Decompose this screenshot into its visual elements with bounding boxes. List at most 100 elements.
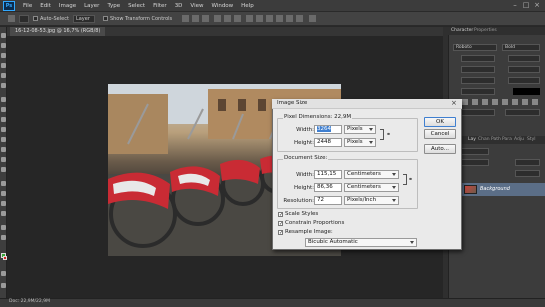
move-tool-icon[interactable]: [1, 33, 6, 38]
fill-field[interactable]: [515, 170, 540, 177]
distribute-top-icon[interactable]: [246, 15, 254, 22]
distribute-left-icon[interactable]: [276, 15, 284, 22]
auto-select-target-dropdown[interactable]: Layer: [72, 14, 95, 23]
hand-tool-icon[interactable]: [1, 225, 6, 230]
type-tool-icon[interactable]: [1, 191, 6, 196]
text-style-buttons[interactable]: [452, 99, 540, 105]
document-tab[interactable]: 16-12-08-53.jpg @ 16,7% (RGB/8): [10, 27, 106, 36]
status-bar: [0, 298, 545, 307]
crop-tool-icon[interactable]: [1, 73, 6, 78]
clone-stamp-tool-icon[interactable]: [1, 117, 6, 122]
eraser-tool-icon[interactable]: [1, 137, 6, 142]
tab-paragraph[interactable]: Para: [502, 137, 512, 142]
close-window-icon[interactable]: ×: [532, 1, 542, 10]
anti-alias-dropdown[interactable]: [505, 109, 540, 116]
auto-select-checkbox[interactable]: [33, 16, 38, 21]
doc-height-input[interactable]: 86,36: [314, 183, 342, 192]
resolution-input[interactable]: 72: [314, 196, 342, 205]
doc-width-unit-dropdown[interactable]: Centimeters: [344, 170, 399, 179]
close-icon[interactable]: ×: [451, 99, 457, 107]
menu-select[interactable]: Select: [124, 3, 149, 9]
eyedropper-tool-icon[interactable]: [1, 83, 6, 88]
font-style-dropdown[interactable]: Bold: [502, 44, 540, 51]
menu-window[interactable]: Window: [207, 3, 237, 9]
doc-link-bracket: [403, 174, 407, 185]
marquee-tool-icon[interactable]: [1, 43, 6, 48]
distribute-middle-icon[interactable]: [256, 15, 264, 22]
tab-layers[interactable]: Lay: [468, 137, 476, 142]
auto-button[interactable]: Auto...: [424, 144, 456, 154]
baseline-shift-field[interactable]: [461, 88, 495, 95]
tab-channels[interactable]: Chan: [478, 137, 490, 142]
zoom-tool-icon[interactable]: [1, 235, 6, 240]
history-brush-tool-icon[interactable]: [1, 127, 6, 132]
resolution-unit-dropdown[interactable]: Pixels/Inch: [344, 196, 399, 205]
dodge-tool-icon[interactable]: [1, 167, 6, 172]
lasso-tool-icon[interactable]: [1, 53, 6, 58]
doc-width-input[interactable]: 115,15: [314, 170, 342, 179]
tracking-field[interactable]: [508, 66, 540, 73]
menu-type[interactable]: Type: [103, 3, 124, 9]
ok-button[interactable]: OK: [424, 117, 456, 127]
scale-styles-checkbox[interactable]: ✓: [278, 212, 283, 218]
align-top-icon[interactable]: [182, 15, 190, 22]
tab-character[interactable]: Character: [451, 28, 473, 33]
gradient-tool-icon[interactable]: [1, 147, 6, 152]
distribute-bottom-icon[interactable]: [266, 15, 274, 22]
rectangle-tool-icon[interactable]: [1, 211, 6, 216]
auto-align-icon[interactable]: [309, 15, 317, 22]
align-bottom-icon[interactable]: [202, 15, 210, 22]
cancel-button[interactable]: Cancel: [424, 129, 456, 139]
move-tool-icon[interactable]: [8, 15, 15, 22]
align-middle-icon[interactable]: [192, 15, 200, 22]
brush-tool-icon[interactable]: [1, 107, 6, 112]
font-size-field[interactable]: [461, 55, 495, 62]
layer-filter-dropdown[interactable]: [461, 148, 489, 155]
maximize-icon[interactable]: □: [521, 1, 531, 10]
tab-paths[interactable]: Path: [491, 137, 501, 142]
menu-edit[interactable]: Edit: [36, 3, 55, 9]
pixel-width-input[interactable]: 3264: [314, 125, 342, 134]
font-family-dropdown[interactable]: Roboto: [453, 44, 497, 51]
resample-image-checkbox[interactable]: ✓: [278, 230, 283, 236]
menu-image[interactable]: Image: [55, 3, 80, 9]
pixel-height-unit-dropdown[interactable]: Pixels: [344, 138, 376, 147]
tool-preset-picker[interactable]: [19, 14, 29, 23]
doc-height-unit-dropdown[interactable]: Centimeters: [344, 183, 399, 192]
healing-brush-tool-icon[interactable]: [1, 97, 6, 102]
pixel-width-unit-dropdown[interactable]: Pixels: [344, 125, 376, 134]
screen-mode-icon[interactable]: [1, 283, 6, 288]
menu-file[interactable]: File: [19, 3, 36, 9]
menu-3d[interactable]: 3D: [171, 3, 187, 9]
menu-filter[interactable]: Filter: [149, 3, 171, 9]
horizontal-scale-field[interactable]: [508, 77, 540, 84]
blend-mode-dropdown[interactable]: [461, 159, 489, 166]
tab-adjustments[interactable]: Adju: [514, 137, 524, 142]
leading-field[interactable]: [508, 55, 540, 62]
opacity-field[interactable]: [515, 159, 540, 166]
menu-layer[interactable]: Layer: [80, 3, 103, 9]
path-selection-tool-icon[interactable]: [1, 201, 6, 206]
pen-tool-icon[interactable]: [1, 181, 6, 186]
align-center-icon[interactable]: [224, 15, 232, 22]
vertical-scale-field[interactable]: [461, 77, 495, 84]
resample-method-dropdown[interactable]: Bicubic Automatic: [305, 238, 417, 247]
quick-mask-icon[interactable]: [1, 271, 6, 276]
language-dropdown[interactable]: [461, 109, 495, 116]
menu-help[interactable]: Help: [237, 3, 258, 9]
menu-view[interactable]: View: [186, 3, 207, 9]
kerning-field[interactable]: [461, 66, 495, 73]
show-transform-checkbox[interactable]: [102, 16, 108, 21]
tab-properties[interactable]: Properties: [474, 28, 497, 33]
pixel-height-input[interactable]: 2448: [314, 138, 342, 147]
constrain-proportions-checkbox[interactable]: ✓: [278, 221, 283, 227]
quick-select-tool-icon[interactable]: [1, 63, 6, 68]
distribute-right-icon[interactable]: [296, 15, 304, 22]
distribute-center-icon[interactable]: [286, 15, 294, 22]
align-left-icon[interactable]: [214, 15, 222, 22]
blur-tool-icon[interactable]: [1, 157, 6, 162]
align-right-icon[interactable]: [234, 15, 242, 22]
tab-styles[interactable]: Styl: [527, 137, 536, 142]
minimize-icon[interactable]: –: [510, 1, 520, 10]
text-color-swatch[interactable]: [513, 88, 540, 95]
